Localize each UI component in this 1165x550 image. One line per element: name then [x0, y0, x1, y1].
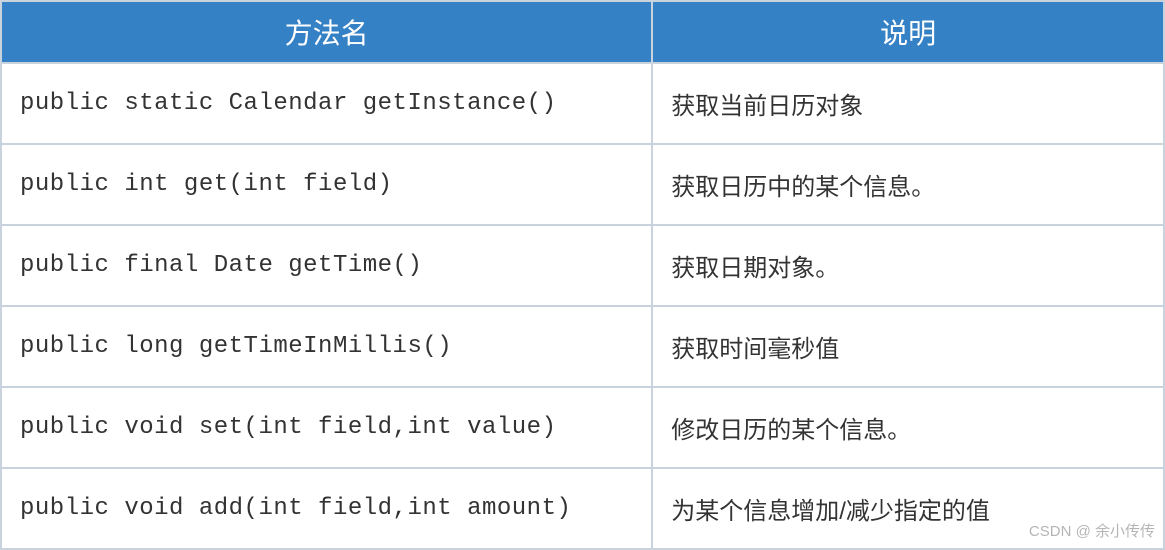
table-body: public static Calendar getInstance() 获取当… [1, 63, 1164, 549]
api-table-wrapper: 方法名 说明 public static Calendar getInstanc… [0, 0, 1165, 550]
desc-cell: 获取日历中的某个信息。 [652, 144, 1164, 225]
desc-cell: 获取日期对象。 [652, 225, 1164, 306]
method-cell: public static Calendar getInstance() [1, 63, 652, 144]
method-cell: public void set(int field,int value) [1, 387, 652, 468]
table-row: public static Calendar getInstance() 获取当… [1, 63, 1164, 144]
desc-cell: 获取当前日历对象 [652, 63, 1164, 144]
header-method: 方法名 [1, 1, 652, 63]
method-cell: public final Date getTime() [1, 225, 652, 306]
table-row: public void set(int field,int value) 修改日… [1, 387, 1164, 468]
header-row: 方法名 说明 [1, 1, 1164, 63]
desc-cell: 获取时间毫秒值 [652, 306, 1164, 387]
table-row: public void add(int field,int amount) 为某… [1, 468, 1164, 549]
table-row: public int get(int field) 获取日历中的某个信息。 [1, 144, 1164, 225]
header-desc: 说明 [652, 1, 1164, 63]
table-row: public long getTimeInMillis() 获取时间毫秒值 [1, 306, 1164, 387]
table-header: 方法名 说明 [1, 1, 1164, 63]
method-cell: public long getTimeInMillis() [1, 306, 652, 387]
table-row: public final Date getTime() 获取日期对象。 [1, 225, 1164, 306]
method-cell: public void add(int field,int amount) [1, 468, 652, 549]
method-cell: public int get(int field) [1, 144, 652, 225]
desc-cell: 修改日历的某个信息。 [652, 387, 1164, 468]
api-table: 方法名 说明 public static Calendar getInstanc… [0, 0, 1165, 550]
watermark: CSDN @ 余小传传 [1029, 520, 1155, 541]
